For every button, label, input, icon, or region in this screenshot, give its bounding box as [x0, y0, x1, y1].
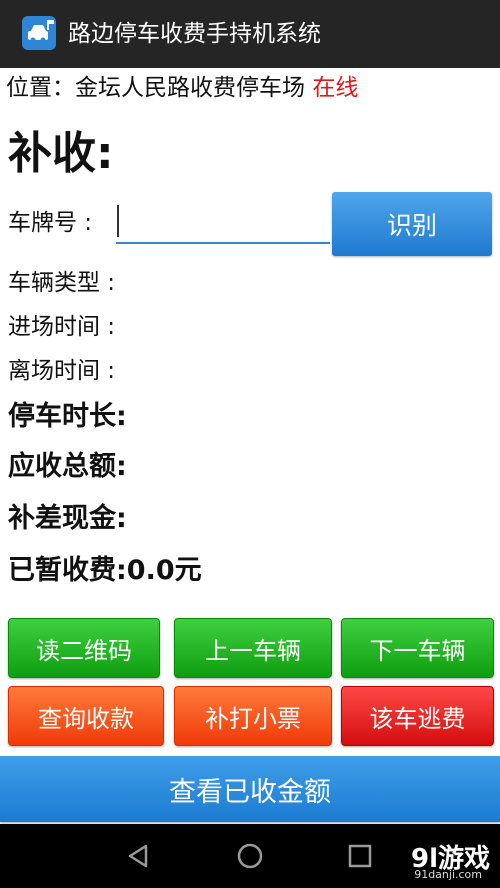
reprint-ticket-button[interactable]: 补打小票 [174, 686, 332, 746]
total-due-label: 应收总额: [8, 451, 127, 482]
duration-label: 停车时长: [8, 401, 127, 432]
plate-number-input[interactable] [116, 202, 330, 244]
entry-time-label: 进场时间 : [8, 314, 116, 340]
prepaid-label: 已暂收费:0.0元 [8, 555, 202, 586]
text-caret [117, 205, 119, 237]
location-name: 金坛人民路收费停车场 [75, 75, 305, 101]
page-title: 补收: [8, 128, 114, 179]
watermark-site: 91danji.com [414, 868, 482, 881]
home-icon[interactable] [236, 842, 264, 870]
recent-apps-icon[interactable] [348, 842, 372, 870]
status-badge: 在线 [312, 75, 359, 101]
plate-label: 车牌号 : [8, 210, 93, 236]
location-line: 位置：金坛人民路收费停车场 在线 [6, 72, 358, 104]
location-label: 位置： [6, 75, 75, 101]
identify-button[interactable]: 识别 [332, 192, 492, 256]
query-payment-button[interactable]: 查询收款 [8, 686, 164, 746]
parking-car-icon [22, 16, 56, 50]
read-qr-button[interactable]: 读二维码 [8, 618, 160, 678]
view-collected-button[interactable]: 查看已收金额 [0, 756, 500, 822]
cash-diff-label: 补差现金: [8, 503, 127, 534]
exit-time-label: 离场时间 : [8, 358, 116, 384]
title-bar: 路边停车收费手持机系统 [0, 0, 500, 68]
evade-fee-button[interactable]: 该车逃费 [341, 686, 494, 746]
vehicle-type-label: 车辆类型 : [8, 270, 116, 296]
prev-vehicle-button[interactable]: 上一车辆 [174, 618, 332, 678]
next-vehicle-button[interactable]: 下一车辆 [341, 618, 494, 678]
app-title: 路边停车收费手持机系统 [68, 21, 321, 47]
back-icon[interactable] [124, 842, 152, 870]
